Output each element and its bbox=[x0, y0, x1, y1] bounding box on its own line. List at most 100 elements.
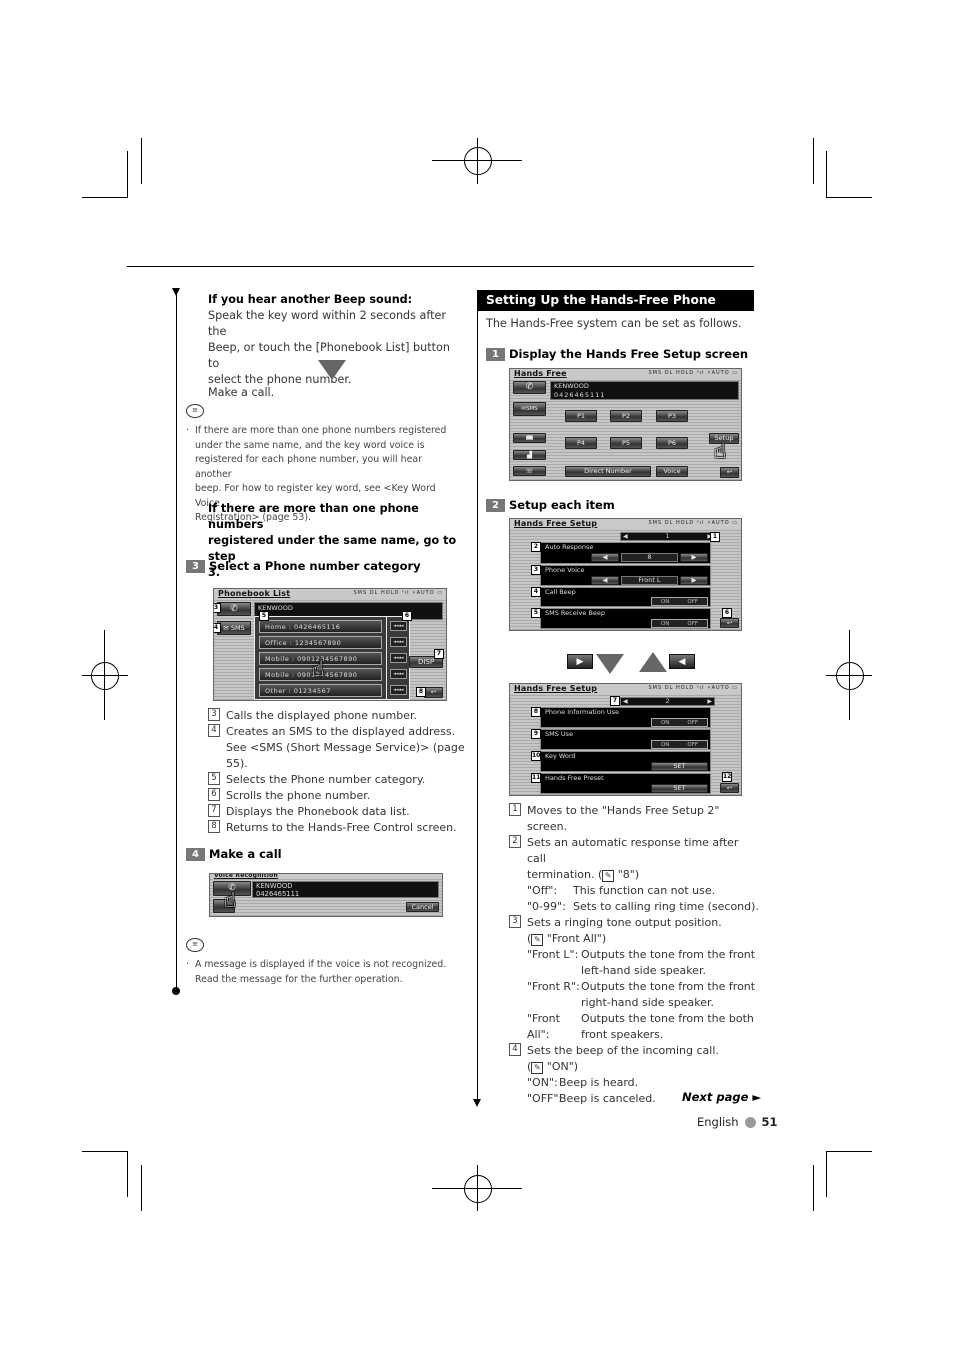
phonebook-list-screen: Phonebook List SMS DL HOLD ᵞıl ⚡AUTO ▭ ✆… bbox=[213, 588, 447, 701]
default-setting-icon: ✎ bbox=[602, 870, 615, 882]
default-setting-icon: ✎ bbox=[531, 1062, 544, 1074]
return-button[interactable]: ↩ bbox=[720, 783, 739, 793]
outgoing-call-button[interactable]: ▟ bbox=[513, 450, 546, 460]
key-word-set-button[interactable]: SET bbox=[651, 762, 708, 771]
make-call-text: Make a call. bbox=[208, 386, 275, 399]
touch-hand-icon: ☝ bbox=[224, 888, 237, 912]
phonebook-button[interactable]: 📖 bbox=[513, 433, 546, 443]
preset-p4-button[interactable]: P4 bbox=[565, 437, 597, 449]
next-page-icon[interactable]: ▶ bbox=[707, 698, 712, 705]
page-indicator: ◀ 1 ▶ bbox=[620, 532, 715, 541]
hands-free-setup-screen-1: Hands Free Setup SMS DL HOLD ᵞıl ⚡AUTO ▭… bbox=[509, 518, 742, 631]
desc-item: 4 Creates an SMS to the displayed address… bbox=[208, 724, 468, 772]
play-left-icon: ◀ bbox=[678, 657, 686, 667]
setting-row-phone-information-use: Phone Information Use ON OFF bbox=[540, 707, 711, 728]
callout-12: 12 bbox=[722, 772, 732, 782]
callout-8: 8 bbox=[531, 707, 541, 717]
call-display: KENWOOD 0426465111 bbox=[252, 881, 439, 898]
callout-10: 10 bbox=[531, 751, 541, 761]
increase-button[interactable]: ▶ bbox=[680, 576, 708, 585]
guide-arrow-icon bbox=[172, 288, 180, 296]
hands-free-preset-set-button[interactable]: SET bbox=[651, 784, 708, 793]
prev-screen-button[interactable]: ◀ bbox=[669, 654, 695, 669]
sms-receive-beep-toggle[interactable]: ON OFF bbox=[651, 619, 708, 628]
play-right-icon: ▶ bbox=[576, 657, 584, 667]
call-beep-toggle[interactable]: ON OFF bbox=[651, 597, 708, 606]
callout-5: 5 bbox=[259, 611, 269, 621]
setting-row-auto-response: Auto Response ◀ 8 ▶ bbox=[540, 542, 711, 564]
desc-item: 2 Sets an automatic response time after … bbox=[509, 835, 759, 915]
call-button[interactable]: ✆ bbox=[513, 381, 546, 394]
call-log-button[interactable]: ☏ bbox=[513, 466, 546, 476]
list-item[interactable]: Home : 0426465116 bbox=[259, 620, 382, 633]
call-log-icon: ☏ bbox=[525, 467, 534, 475]
desc-item: 3 Calls the displayed phone number. bbox=[208, 708, 468, 724]
phone-voice-value: Front L bbox=[621, 576, 678, 585]
return-button[interactable]: ↩ bbox=[424, 687, 443, 698]
setting-row-hands-free-preset: Hands Free Preset SET bbox=[540, 773, 711, 794]
intro-text: The Hands-Free system can be set as foll… bbox=[486, 317, 742, 330]
setting-row-sms-receive-beep: SMS Receive Beep ON OFF bbox=[540, 608, 711, 629]
page-footer: English 51 bbox=[697, 1115, 778, 1129]
page-indicator: ◀ 2 ▶ bbox=[620, 697, 715, 706]
return-button[interactable]: ↩ bbox=[720, 618, 739, 628]
call-display: KENWOOD 0426465111 bbox=[550, 381, 739, 400]
beep-heading: If you hear another Beep sound: bbox=[208, 293, 413, 306]
call-button[interactable]: ✆ bbox=[217, 602, 251, 616]
sms-icon: ✉ bbox=[223, 624, 231, 632]
step-4-heading: 4 Make a call bbox=[186, 847, 282, 861]
scroll-button[interactable]: ◂◂◂◂ bbox=[390, 653, 407, 663]
preset-p3-button[interactable]: P3 bbox=[656, 410, 688, 422]
scroll-button[interactable]: ◂◂◂◂ bbox=[390, 685, 407, 695]
prev-page-icon[interactable]: ◀ bbox=[623, 533, 628, 540]
callout-3: 3 bbox=[531, 565, 541, 575]
return-icon: ↩ bbox=[726, 784, 733, 792]
cancel-button[interactable]: Cancel bbox=[406, 902, 439, 912]
note-icon: ≡ bbox=[186, 404, 204, 418]
preset-p6-button[interactable]: P6 bbox=[656, 437, 688, 449]
direct-number-button[interactable]: Direct Number bbox=[565, 466, 651, 477]
note-2: · A message is displayed if the voice is … bbox=[186, 959, 447, 985]
setting-row-sms-use: SMS Use ON OFF bbox=[540, 729, 711, 750]
scroll-button[interactable]: ◂◂◂◂ bbox=[390, 621, 407, 631]
touch-hand-icon: ☝ bbox=[714, 439, 727, 463]
decrease-button[interactable]: ◀ bbox=[591, 553, 619, 562]
section-title: Setting Up the Hands-Free Phone bbox=[478, 290, 754, 311]
sms-button[interactable]: ✉ SMS bbox=[217, 621, 251, 635]
callout-3: 3 bbox=[214, 603, 221, 613]
next-screen-button[interactable]: ▶ bbox=[567, 654, 593, 669]
sms-use-toggle[interactable]: ON OFF bbox=[651, 740, 708, 749]
desc-item: 7 Displays the Phonebook data list. bbox=[208, 804, 468, 820]
preset-p5-button[interactable]: P5 bbox=[610, 437, 642, 449]
next-page-link[interactable]: Next page ► bbox=[682, 1090, 761, 1104]
phonebook-icon: 📖 bbox=[525, 434, 534, 442]
scroll-button[interactable]: ◂◂◂◂ bbox=[390, 669, 407, 679]
guide-end-dot bbox=[172, 987, 180, 995]
callout-1: 1 bbox=[710, 532, 720, 542]
default-setting-icon: ✎ bbox=[531, 934, 544, 946]
increase-button[interactable]: ▶ bbox=[680, 553, 708, 562]
setting-row-phone-voice: Phone Voice ◀ Front L ▶ bbox=[540, 565, 711, 586]
return-icon: ↩ bbox=[726, 619, 733, 627]
list-item[interactable]: Other : 01234567 bbox=[259, 684, 382, 697]
next-step-arrow-icon bbox=[318, 360, 346, 380]
top-rule bbox=[127, 266, 754, 267]
preset-p2-button[interactable]: P2 bbox=[610, 410, 642, 422]
status-icons: SMS DL HOLD ᵞıl ⚡AUTO ▭ bbox=[353, 590, 443, 596]
voice-button[interactable]: Voice bbox=[656, 466, 688, 477]
preset-p1-button[interactable]: P1 bbox=[565, 410, 597, 422]
decrease-button[interactable]: ◀ bbox=[591, 576, 619, 585]
return-button[interactable]: ↩ bbox=[720, 467, 739, 478]
prev-page-icon[interactable]: ◀ bbox=[623, 698, 628, 705]
scroll-button[interactable]: ◂◂◂◂ bbox=[390, 637, 407, 647]
hands-free-screen: Hands Free SMS DL HOLD ᵞıl ⚡AUTO ▭ ✆ KEN… bbox=[509, 368, 742, 481]
guide-arrow-icon bbox=[473, 1099, 481, 1107]
arrow-down-icon bbox=[596, 654, 624, 674]
redial-icon: ▟ bbox=[527, 451, 532, 459]
list-item[interactable]: Office : 1234567890 bbox=[259, 636, 382, 649]
sms-button[interactable]: ✉SMS bbox=[513, 402, 546, 416]
callout-9: 9 bbox=[531, 729, 541, 739]
note-icon: ≡ bbox=[186, 938, 204, 952]
callout-8: 8 bbox=[416, 687, 426, 697]
phone-info-use-toggle[interactable]: ON OFF bbox=[651, 718, 708, 727]
